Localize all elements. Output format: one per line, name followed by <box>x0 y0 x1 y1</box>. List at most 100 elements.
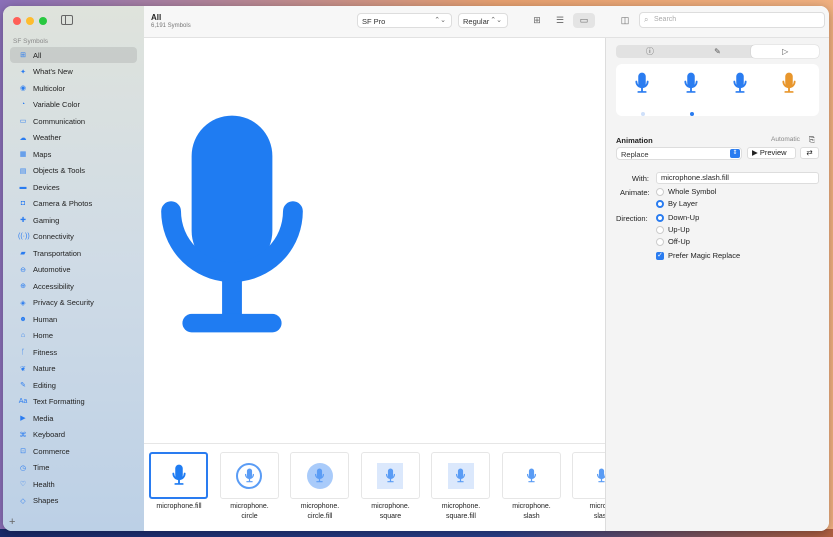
sidebar-item-all[interactable]: ⊞ All <box>10 47 137 63</box>
sidebar-item-shapes[interactable]: ◇ Shapes <box>10 493 137 509</box>
inspector-toggle-icon[interactable]: ◫ <box>614 13 636 28</box>
direction-up-up-radio[interactable]: Up-Up <box>656 225 690 234</box>
symbol-name: microphone. circle <box>230 503 269 520</box>
sidebar-item-label: Editing <box>33 380 56 390</box>
sidebar-item-label: Media <box>33 413 54 423</box>
desktop-icon: ▬ <box>19 183 27 191</box>
sidebar-item-multicolor[interactable]: ◉ Multicolor <box>10 80 137 96</box>
preview-label: Preview <box>759 148 787 157</box>
sidebar-item-home[interactable]: ⌂ Home <box>10 328 137 344</box>
sidebar-item-label: Home <box>33 331 54 340</box>
sidebar-item-camera-photos[interactable]: ◘ Camera & Photos <box>10 196 137 212</box>
preview-button[interactable]: ▶ Preview <box>747 147 796 159</box>
list-view-button[interactable]: ☰ <box>549 13 571 28</box>
symbol-tile[interactable] <box>290 452 349 499</box>
sidebar-item-automotive[interactable]: ⊖ Automotive <box>10 262 137 278</box>
inspector-tabs: ⓘ ✎ ▷ <box>616 45 820 58</box>
variable-icon: ◔ <box>20 101 26 108</box>
sidebar-item-label: Shapes <box>33 496 59 505</box>
symbol-name: microphone. square.fill <box>441 503 481 520</box>
frame-indicator-dot <box>641 112 645 116</box>
symbol-tile[interactable] <box>149 452 208 499</box>
sidebar-item-what-s-new[interactable]: ✦ What's New <box>10 64 137 80</box>
sidebar-item-objects-tools[interactable]: ▤ Objects & Tools <box>10 163 137 179</box>
weight-select[interactable]: Regular ⌃⌄ <box>458 13 508 28</box>
sidebar-item-label: Camera & Photos <box>33 199 93 208</box>
add-collection-button[interactable]: + <box>9 516 15 528</box>
effect-select[interactable]: Replace ⇕ <box>616 147 742 160</box>
repeat-toggle-icon[interactable]: ⇄ <box>800 147 819 159</box>
gallery-view-button[interactable]: ▭ <box>573 13 595 28</box>
sidebar-item-editing[interactable]: ✎ Editing <box>10 377 137 393</box>
close-button[interactable] <box>13 17 21 25</box>
symbol-tile[interactable] <box>501 452 561 499</box>
sidebar-item-label: Fitness <box>33 347 58 357</box>
symbol-tile[interactable] <box>219 452 279 499</box>
minimize-button[interactable] <box>26 17 34 25</box>
sidebar-item-keyboard[interactable]: ⌘ Keyboard <box>10 427 137 443</box>
sidebar-item-weather[interactable]: ☁ Weather <box>10 130 137 146</box>
symbol-tile[interactable] <box>360 452 420 499</box>
heart-icon: ♡ <box>19 481 27 488</box>
cloud-icon: ☁ <box>19 134 27 142</box>
sidebar-item-label: Gaming <box>33 215 60 225</box>
sidebar-item-connectivity[interactable]: ((·)) Connectivity <box>10 229 137 245</box>
sidebar-item-media[interactable]: ▶ Media <box>10 410 137 426</box>
tab-rendering[interactable]: ✎ <box>684 45 752 58</box>
microphone-square-fill-icon <box>447 462 474 489</box>
sidebar-item-health[interactable]: ♡ Health <box>10 476 137 492</box>
animate-by-layer-radio[interactable]: By Layer <box>656 199 698 208</box>
copy-icon[interactable]: ⎘ <box>809 135 815 145</box>
sidebar-item-nature[interactable]: ❦ Nature <box>10 361 137 377</box>
font-select[interactable]: SF Pro ⌃⌄ <box>357 13 452 28</box>
sidebar-item-label: Connectivity <box>33 232 74 241</box>
sidebar-item-time[interactable]: ◷ Time <box>10 460 137 476</box>
sidebar-item-human[interactable]: ☻ Human <box>10 311 137 327</box>
sidebar-item-privacy-security[interactable]: ◈ Privacy & Security <box>10 295 137 311</box>
page-title: All <box>151 13 162 22</box>
shapes-icon: ◇ <box>20 497 26 505</box>
effect-value: Replace <box>621 150 649 159</box>
animation-frame-mic-icon <box>732 72 748 96</box>
sidebar-item-fitness[interactable]: ᚴ Fitness <box>10 344 137 360</box>
sidebar-item-accessibility[interactable]: ⊕ Accessibility <box>10 278 137 294</box>
symbol-tile[interactable] <box>431 452 490 499</box>
sidebar-item-gaming[interactable]: ✚ Gaming <box>10 212 137 228</box>
tab-info[interactable]: ⓘ <box>616 45 684 58</box>
frame-indicator-dot <box>690 112 694 116</box>
animate-label: Animate: <box>620 188 650 197</box>
sidebar-item-text-formatting[interactable]: Aa Text Formatting <box>10 394 137 410</box>
sidebar-toggle-icon[interactable] <box>61 15 73 25</box>
command-icon: ⌘ <box>19 431 27 439</box>
grid-view-button[interactable]: ⊞ <box>526 13 548 28</box>
sidebar-item-transportation[interactable]: ▰ Transportation <box>10 245 137 261</box>
search-input[interactable]: ⌕ Search <box>639 12 825 28</box>
sidebar-item-label: Commerce <box>33 446 70 456</box>
direction-off-up-radio[interactable]: Off-Up <box>656 237 690 246</box>
with-field[interactable]: microphone.slash.fill <box>656 172 819 184</box>
camera-icon: ◘ <box>20 200 26 207</box>
tab-animation[interactable]: ▷ <box>751 45 820 58</box>
animation-frame-mic-icon <box>634 72 650 96</box>
sidebar-item-variable-color[interactable]: ◔ Variable Color <box>10 97 137 113</box>
sidebar-item-devices[interactable]: ▬ Devices <box>10 179 137 195</box>
zoom-button[interactable] <box>39 17 47 25</box>
prefer-magic-replace-checkbox[interactable]: ✓ Prefer Magic Replace <box>656 251 740 260</box>
microphone-circle-fill-icon <box>306 462 333 489</box>
sidebar-item-label: What's New <box>33 67 73 76</box>
animate-whole-symbol-radio[interactable]: Whole Symbol <box>656 187 716 196</box>
sidebar-item-maps[interactable]: ▦ Maps <box>10 146 137 162</box>
direction-down-up-radio[interactable]: Down-Up <box>656 213 699 222</box>
microphone-square-icon <box>377 462 403 489</box>
sidebar-item-label: Maps <box>33 149 52 159</box>
sidebar-item-commerce[interactable]: ⊡ Commerce <box>10 443 137 459</box>
symbol-tile[interactable] <box>572 452 605 499</box>
sidebar-item-communication[interactable]: ▭ Communication <box>10 113 137 129</box>
person-icon: ☻ <box>19 315 27 323</box>
sidebar-item-label: Transportation <box>33 248 82 258</box>
chevron-updown-icon: ⇕ <box>730 149 740 158</box>
automotive-icon: ⊖ <box>20 266 26 274</box>
symbol-count: 6,191 Symbols <box>151 23 191 29</box>
with-label: With: <box>631 174 649 183</box>
pencil-icon: ✎ <box>20 382 26 389</box>
